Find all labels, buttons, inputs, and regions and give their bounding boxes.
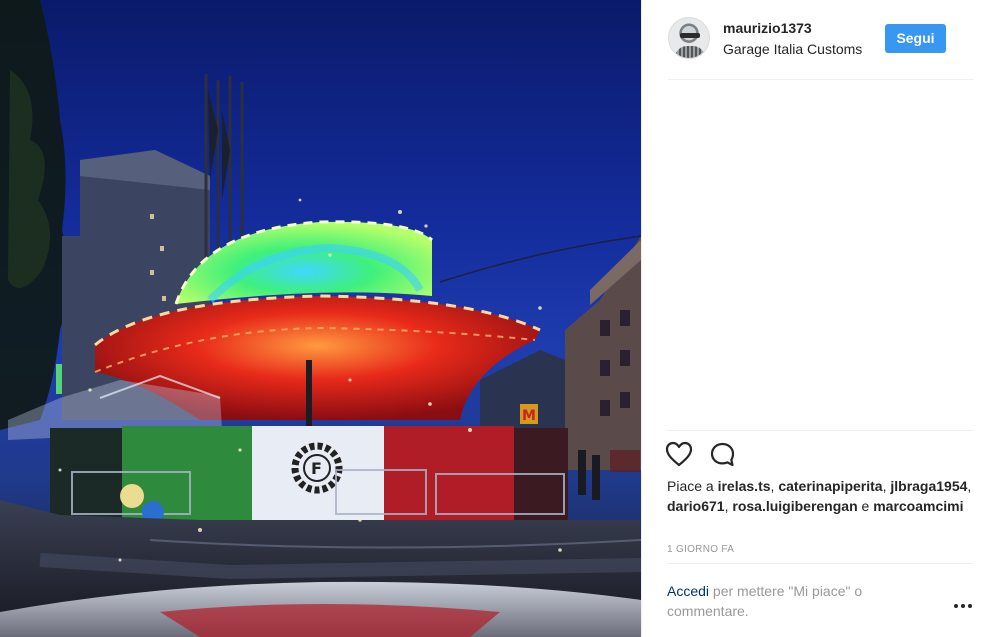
- svg-text:F: F: [311, 459, 322, 478]
- post-timestamp[interactable]: 1 GIORNO FA: [667, 544, 734, 555]
- photo-illustration: M F: [0, 0, 641, 637]
- liker-link[interactable]: rosa.luigiberengan: [732, 498, 857, 514]
- liker-link[interactable]: jlbraga1954: [890, 478, 967, 494]
- instagram-post: M F maurizio1373 Garage Italia Customs S…: [0, 0, 1000, 637]
- login-prompt: Accedi per mettere "Mi piace" o commenta…: [667, 582, 917, 621]
- follow-button[interactable]: Segui: [885, 24, 946, 53]
- avatar[interactable]: [668, 17, 710, 59]
- location-link[interactable]: Garage Italia Customs: [723, 41, 862, 57]
- likes-and-word: e: [861, 497, 870, 514]
- heart-icon[interactable]: [665, 441, 693, 467]
- likes-prefix: Piace a: [667, 478, 714, 494]
- avatar-shirt: [675, 46, 705, 58]
- svg-text:M: M: [522, 408, 536, 424]
- post-side-panel: maurizio1373 Garage Italia Customs: [641, 0, 1000, 637]
- likes-summary: Piace a irelas.ts, caterinapiperita, jlb…: [667, 478, 972, 514]
- actions-divider: [667, 430, 973, 431]
- post-photo[interactable]: M F: [0, 0, 641, 637]
- login-divider: [667, 563, 973, 564]
- login-link[interactable]: Accedi: [667, 583, 709, 599]
- liker-link[interactable]: marcoamcimi: [873, 498, 963, 514]
- username-link[interactable]: maurizio1373: [723, 20, 812, 36]
- comment-icon[interactable]: [709, 441, 737, 468]
- more-options-icon[interactable]: [951, 598, 975, 614]
- avatar-glasses: [680, 33, 700, 38]
- liker-link[interactable]: caterinapiperita: [778, 478, 882, 494]
- liker-link[interactable]: dario671: [667, 498, 725, 514]
- liker-link[interactable]: irelas.ts: [718, 478, 771, 494]
